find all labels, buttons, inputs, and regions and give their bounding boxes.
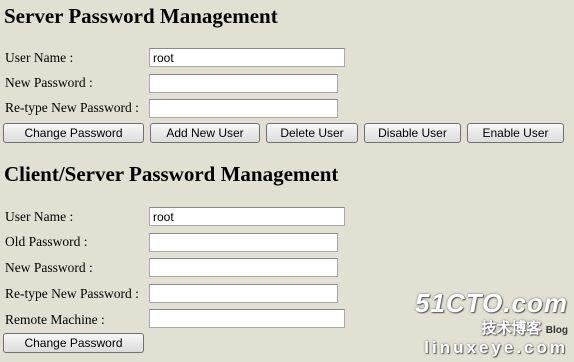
server-retype-password-input[interactable] (149, 99, 338, 118)
server-user-name-label: User Name : (5, 50, 74, 65)
client-new-password-input[interactable] (149, 258, 338, 277)
client-change-password-button[interactable]: Change Password (3, 333, 144, 353)
client-new-password-label: New Password : (5, 260, 93, 275)
client-retype-password-label: Re-type New Password : (5, 286, 139, 301)
watermark-cn-text: 技术博客 (481, 320, 542, 337)
client-section-title: Client/Server Password Management (4, 162, 339, 186)
client-user-name-input[interactable] (149, 207, 345, 226)
server-change-password-button[interactable]: Change Password (3, 123, 144, 143)
server-retype-password-label: Re-type New Password : (5, 100, 139, 115)
disable-user-button[interactable]: Disable User (364, 123, 461, 143)
client-retype-password-input[interactable] (149, 284, 338, 303)
server-user-name-input[interactable] (149, 48, 345, 67)
watermark: 51CTO.com 技术博客 Blog linuxeye.com (415, 289, 568, 358)
remote-machine-input[interactable] (149, 309, 345, 328)
add-new-user-button[interactable]: Add New User (150, 123, 260, 143)
server-new-password-label: New Password : (5, 75, 93, 90)
enable-user-button[interactable]: Enable User (467, 123, 564, 143)
watermark-url: linuxeye.com (424, 338, 568, 357)
watermark-logo: 51CTO.com (414, 288, 568, 318)
client-old-password-label: Old Password : (5, 234, 88, 249)
remote-machine-label: Remote Machine : (5, 312, 105, 327)
server-new-password-input[interactable] (149, 74, 338, 93)
watermark-blog: Blog (545, 325, 568, 336)
delete-user-button[interactable]: Delete User (266, 123, 358, 143)
client-user-name-label: User Name : (5, 209, 74, 224)
client-old-password-input[interactable] (149, 233, 338, 252)
server-section-title: Server Password Management (4, 4, 278, 28)
